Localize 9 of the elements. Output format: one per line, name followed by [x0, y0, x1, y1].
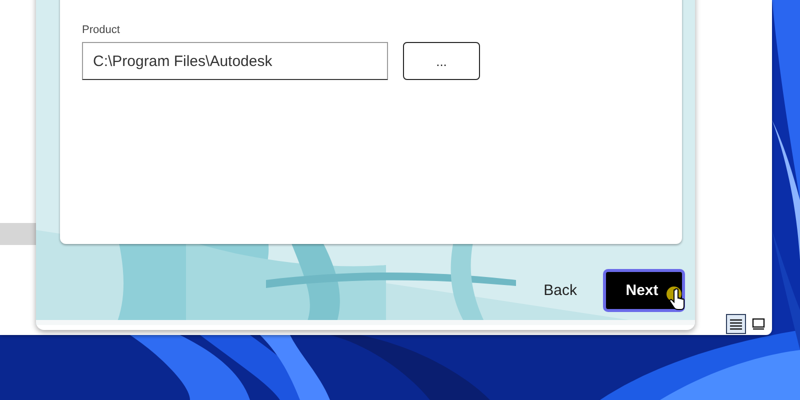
field-label: Product — [82, 24, 121, 36]
scrollbar-track — [0, 223, 36, 245]
view-button[interactable] — [726, 314, 746, 334]
back-button[interactable]: Back — [540, 278, 581, 303]
tile-view-icon — [752, 318, 764, 330]
list-view-icon — [729, 318, 743, 330]
install-path-field[interactable]: C:\Program Files\Autodesk — [82, 42, 388, 80]
next-button[interactable]: Next — [603, 269, 685, 312]
browse-button[interactable]: ... — [403, 42, 480, 80]
